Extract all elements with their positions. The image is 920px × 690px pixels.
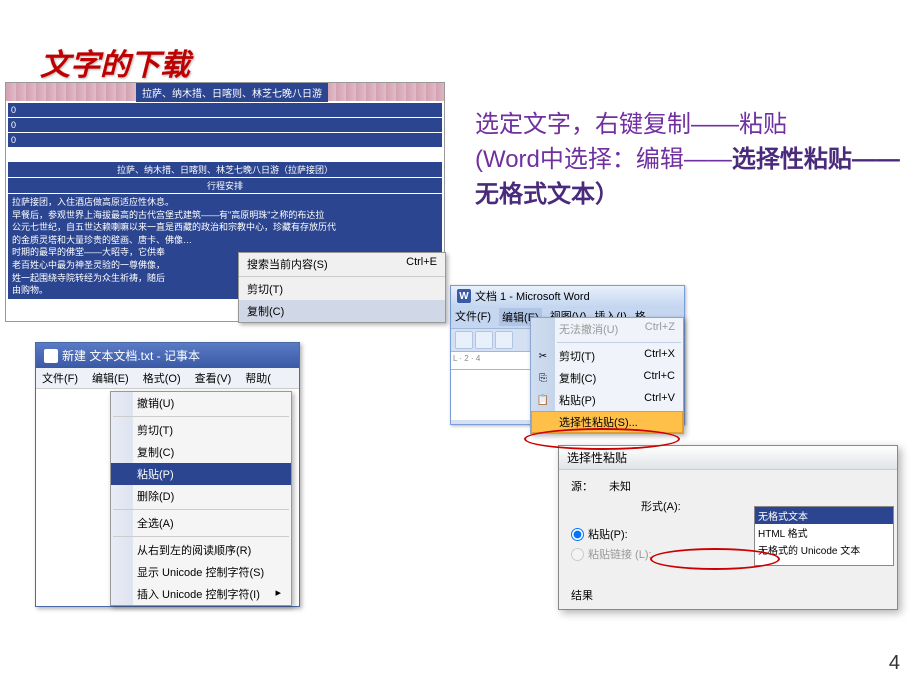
cm-cut[interactable]: 剪切(T)	[111, 419, 291, 441]
source-label: 源：	[571, 478, 593, 494]
paste-special-dialog: 选择性粘贴 源： 未知 形式(A): 粘贴(P): 粘贴链接 (L): 无格式文…	[558, 445, 898, 610]
page-number: 4	[889, 652, 900, 675]
cm-rtl[interactable]: 从右到左的阅读顺序(R)	[111, 539, 291, 561]
menu-item-cut[interactable]: 剪切(T)	[239, 278, 445, 300]
result-label: 结果	[571, 587, 593, 603]
word-menu-file[interactable]: 文件(F)	[455, 308, 491, 326]
paste-link-radio-input	[571, 548, 584, 561]
word-edit-menu: 无法撤消(U)Ctrl+Z ✂ 剪切(T)Ctrl+X ⎘ 复制(C)Ctrl+…	[530, 317, 684, 434]
menu-edit[interactable]: 编辑(E)	[92, 370, 129, 386]
toolbar-open-icon[interactable]	[475, 331, 493, 349]
format-listbox[interactable]: 无格式文本 HTML 格式 无格式的 Unicode 文本	[754, 506, 894, 566]
em-cut[interactable]: ✂ 剪切(T)Ctrl+X	[531, 345, 683, 367]
dialog-title: 选择性粘贴	[559, 446, 897, 470]
source-value: 未知	[609, 478, 631, 494]
menu-view[interactable]: 查看(V)	[195, 370, 232, 386]
list-item-html[interactable]: HTML 格式	[755, 524, 893, 541]
web-row: 0	[8, 103, 442, 117]
browser-context-menu: 搜索当前内容(S)Ctrl+E 剪切(T) 复制(C)	[238, 252, 446, 323]
cm-undo[interactable]: 撤销(U)	[111, 392, 291, 414]
word-app-icon: W	[457, 289, 471, 303]
cm-show-unicode[interactable]: 显示 Unicode 控制字符(S)	[111, 561, 291, 583]
web-row: 0	[8, 133, 442, 147]
scissors-icon: ✂	[535, 348, 551, 364]
toolbar-save-icon[interactable]	[495, 331, 513, 349]
cm-insert-unicode[interactable]: 插入 Unicode 控制字符(I)▸	[111, 583, 291, 605]
menu-file[interactable]: 文件(F)	[42, 370, 78, 386]
cm-select-all[interactable]: 全选(A)	[111, 512, 291, 534]
toolbar-new-icon[interactable]	[455, 331, 473, 349]
em-paste[interactable]: 📋 粘贴(P)Ctrl+V	[531, 389, 683, 411]
clipboard-icon: 📋	[535, 392, 551, 408]
menu-help[interactable]: 帮助(	[245, 370, 271, 386]
web-page-title: 拉萨、纳木措、日喀则、林芝七晚八日游	[136, 83, 328, 102]
notepad-titlebar: 新建 文本文档.txt - 记事本	[36, 343, 299, 368]
em-paste-special[interactable]: 选择性粘贴(S)...	[531, 411, 683, 433]
list-item-unformatted[interactable]: 无格式文本	[755, 507, 893, 524]
em-undo: 无法撤消(U)Ctrl+Z	[531, 318, 683, 340]
cm-paste[interactable]: 粘贴(P)	[111, 463, 291, 485]
cm-delete[interactable]: 删除(D)	[111, 485, 291, 507]
word-titlebar: W 文档 1 - Microsoft Word	[451, 286, 684, 306]
web-row: 0	[8, 118, 442, 132]
slide-title: 文字的下载	[40, 40, 190, 84]
notepad-context-menu: 撤销(U) 剪切(T) 复制(C) 粘贴(P) 删除(D) 全选(A) 从右到左…	[110, 391, 292, 606]
web-subtitle: 拉萨、纳木措、日喀则、林芝七晚八日游（拉萨接团）	[8, 162, 442, 177]
cm-copy[interactable]: 复制(C)	[111, 441, 291, 463]
paste-radio-input[interactable]	[571, 528, 584, 541]
notepad-menubar: 文件(F) 编辑(E) 格式(O) 查看(V) 帮助(	[36, 368, 299, 389]
web-itinerary-header: 行程安排	[8, 178, 442, 193]
menu-item-copy[interactable]: 复制(C)	[239, 300, 445, 322]
menu-format[interactable]: 格式(O)	[143, 370, 181, 386]
copy-icon: ⎘	[535, 370, 551, 386]
menu-item-search[interactable]: 搜索当前内容(S)Ctrl+E	[239, 253, 445, 275]
em-copy[interactable]: ⎘ 复制(C)Ctrl+C	[531, 367, 683, 389]
notepad-icon	[44, 349, 58, 363]
instruction-text: 选定文字，右键复制——粘贴 (Word中选择：编辑——选择性粘贴——无格式文本）	[475, 108, 905, 212]
list-item-unicode[interactable]: 无格式的 Unicode 文本	[755, 541, 893, 558]
